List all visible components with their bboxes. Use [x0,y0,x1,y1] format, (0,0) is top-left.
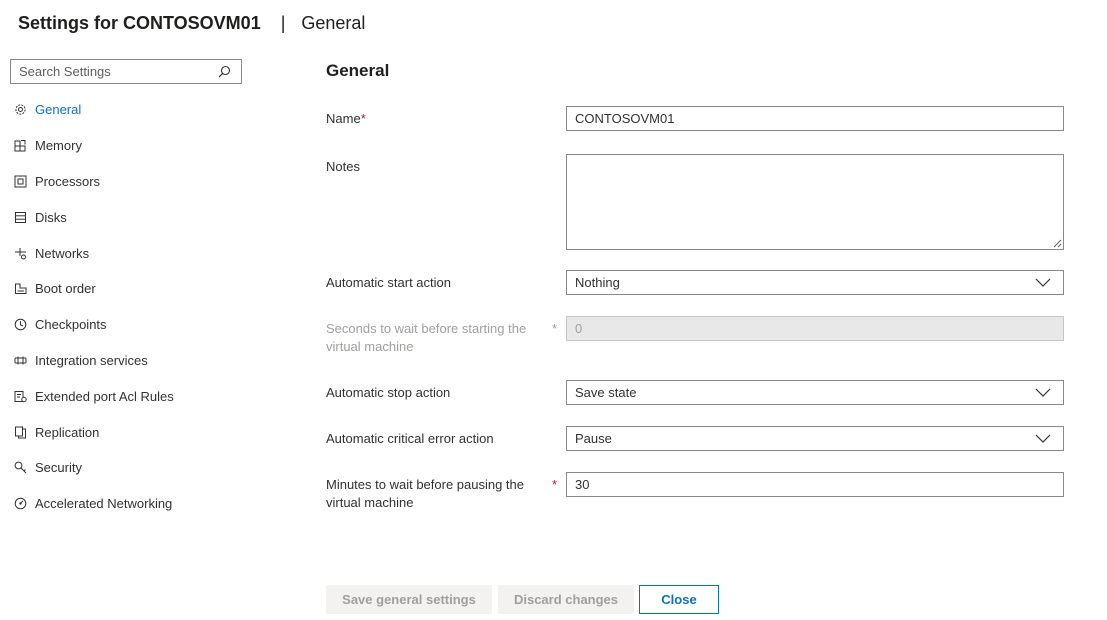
search-box [10,59,242,84]
chevron-down-icon [1035,434,1051,443]
nav-item-label: Processors [35,173,101,189]
replication-icon [13,425,27,439]
page-header: Settings for CONTOSOVM01 | General [18,11,365,35]
critical-error-label: Automatic critical error action [326,431,494,446]
acl-rules-icon [13,389,27,403]
notes-textarea[interactable] [566,154,1064,250]
auto-stop-value: Save state [575,385,637,400]
pause-wait-label: Minutes to wait before pausing the virtu… [326,476,524,512]
processor-icon [13,174,27,188]
pause-wait-input[interactable]: 30 [566,472,1064,497]
start-delay-label-line2: virtual machine [326,339,414,354]
disk-icon [13,210,27,224]
notes-label: Notes [326,159,360,174]
auto-start-label: Automatic start action [326,275,451,290]
nav-item-label: Disks [35,209,67,225]
pause-wait-label-line1: Minutes to wait before pausing the [326,477,525,492]
nav-item-accelerated-networking[interactable]: Accelerated Networking [13,486,253,522]
required-mark: * [360,111,366,126]
save-button[interactable]: Save general settings [326,585,492,614]
integration-icon [13,353,27,367]
nav-item-label: Networks [35,245,90,261]
gear-icon [13,103,27,117]
name-input[interactable]: CONTOSOVM01 [566,106,1064,131]
name-input-value: CONTOSOVM01 [575,111,675,126]
nav-item-security[interactable]: Security [13,450,253,486]
close-button[interactable]: Close [639,585,719,614]
nav-item-label: Memory [35,138,82,154]
auto-start-value: Nothing [575,275,620,290]
nav-item-networks[interactable]: Networks [13,235,253,271]
required-mark: * [552,477,558,492]
required-mark: * [552,321,558,336]
nav-item-label: Checkpoints [35,317,107,333]
pause-wait-label-line2: virtual machine [326,495,414,510]
nav-item-general[interactable]: General [13,92,253,128]
network-icon [13,246,27,260]
search-input[interactable] [11,60,213,83]
nav-item-label: Extended port Acl Rules [35,388,174,404]
start-delay-label: Seconds to wait before starting the virt… [326,320,526,356]
nav-item-integration-services[interactable]: Integration services [13,343,253,379]
nav-item-disks[interactable]: Disks [13,199,253,235]
page-title: Settings for CONTOSOVM01 [18,12,261,33]
nav-item-label: Integration services [35,352,148,368]
nav-item-label: Accelerated Networking [35,496,173,512]
nav-item-label: Security [35,460,82,476]
name-label-text: Name [326,111,361,126]
security-icon [13,461,27,475]
auto-start-select[interactable]: Nothing [566,270,1064,295]
search-icon[interactable] [213,61,235,83]
accelerated-networking-icon [13,497,27,511]
critical-error-select[interactable]: Pause [566,426,1064,451]
start-delay-value: 0 [575,321,583,336]
memory-icon [13,139,27,153]
nav-item-replication[interactable]: Replication [13,414,253,450]
nav-item-processors[interactable]: Processors [13,164,253,200]
clock-icon [13,318,27,332]
nav-item-label: Replication [35,424,100,440]
auto-stop-label: Automatic stop action [326,385,451,400]
main-section-title: General [326,61,390,80]
nav-item-extended-port-acl-rules[interactable]: Extended port Acl Rules [13,378,253,414]
resize-handle-icon[interactable] [1053,239,1062,248]
nav-item-label: Boot order [35,281,96,297]
critical-error-value: Pause [575,431,612,446]
settings-nav: General Memory Processors Disks Networks… [13,92,253,522]
nav-item-checkpoints[interactable]: Checkpoints [13,307,253,343]
title-separator: | [280,12,286,33]
nav-item-boot-order[interactable]: Boot order [13,271,253,307]
pause-wait-value: 30 [575,477,590,492]
start-delay-label-line1: Seconds to wait before starting the [326,321,527,336]
boot-order-icon [13,282,27,296]
chevron-down-icon [1035,278,1051,287]
auto-stop-select[interactable]: Save state [566,380,1064,405]
name-label: Name* [326,110,366,128]
nav-item-memory[interactable]: Memory [13,128,253,164]
discard-button[interactable]: Discard changes [498,585,634,614]
nav-item-label: General [35,102,82,118]
start-delay-input: 0 [566,316,1064,341]
chevron-down-icon [1035,388,1051,397]
section-title: General [301,12,366,33]
